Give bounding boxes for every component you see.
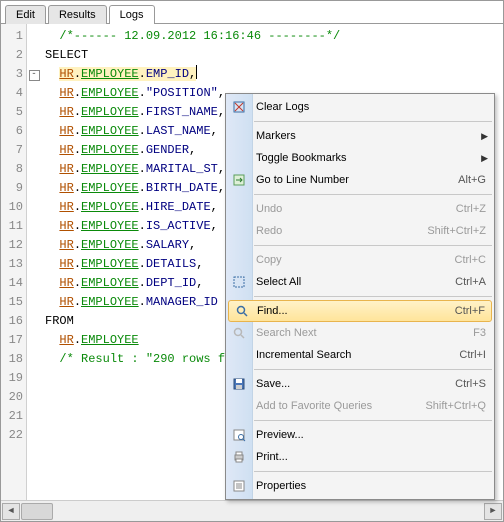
menu-separator [254,245,492,246]
menu-item-incremental-search[interactable]: Incremental SearchCtrl+I [226,344,494,366]
line-number: 20 [1,388,23,407]
line-number: 22 [1,426,23,445]
menu-item-markers[interactable]: Markers▶ [226,125,494,147]
menu-item-label: Undo [256,203,456,215]
menu-item-redo: RedoShift+Ctrl+Z [226,220,494,242]
preview-icon [230,426,248,444]
tab-edit[interactable]: Edit [5,5,46,24]
fold-gutter: - [27,24,41,502]
save-icon [230,375,248,393]
line-number: 16 [1,312,23,331]
menu-item-shortcut: Ctrl+S [455,378,486,390]
line-number: 21 [1,407,23,426]
menu-item-undo: UndoCtrl+Z [226,198,494,220]
menu-item-print[interactable]: Print... [226,446,494,468]
code-line: SELECT [45,46,503,65]
line-number: 12 [1,236,23,255]
tab-bar: Edit Results Logs [1,1,503,24]
menu-item-clear-logs[interactable]: Clear Logs [226,96,494,118]
menu-item-search-next: Search NextF3 [226,322,494,344]
line-number: 5 [1,103,23,122]
menu-item-label: Redo [256,225,427,237]
props-icon [230,477,248,495]
menu-item-shortcut: Alt+G [458,174,486,186]
menu-item-shortcut: Shift+Ctrl+Z [427,225,486,237]
line-number: 15 [1,293,23,312]
menu-item-find[interactable]: Find...Ctrl+F [228,300,492,322]
submenu-arrow-icon: ▶ [481,131,488,142]
menu-item-label: Select All [256,276,455,288]
selectall-icon [230,273,248,291]
horizontal-scrollbar[interactable]: ◄ ► [1,500,503,521]
menu-item-add-to-favorite-queries: Add to Favorite QueriesShift+Ctrl+Q [226,395,494,417]
menu-item-label: Clear Logs [256,101,486,113]
clear-icon [230,98,248,116]
line-number: 2 [1,46,23,65]
menu-item-label: Incremental Search [256,349,459,361]
menu-item-label: Print... [256,451,486,463]
menu-item-label: Go to Line Number [256,174,458,186]
line-number: 10 [1,198,23,217]
submenu-arrow-icon: ▶ [481,153,488,164]
find-icon [230,324,248,342]
menu-item-label: Properties [256,480,486,492]
menu-item-copy: CopyCtrl+C [226,249,494,271]
print-icon [230,448,248,466]
menu-item-shortcut: Shift+Ctrl+Q [425,400,486,412]
menu-item-save[interactable]: Save...Ctrl+S [226,373,494,395]
menu-item-label: Add to Favorite Queries [256,400,425,412]
fold-toggle[interactable]: - [29,70,40,81]
menu-item-preview[interactable]: Preview... [226,424,494,446]
tab-logs[interactable]: Logs [109,5,155,24]
line-number: 3 [1,65,23,84]
tab-results[interactable]: Results [48,5,107,24]
code-line: /*------ 12.09.2012 16:16:46 --------*/ [45,27,503,46]
menu-item-label: Save... [256,378,455,390]
find-icon [233,302,251,320]
menu-item-select-all[interactable]: Select AllCtrl+A [226,271,494,293]
line-number: 9 [1,179,23,198]
line-number: 1 [1,27,23,46]
line-number: 4 [1,84,23,103]
menu-item-label: Markers [256,130,486,142]
code-line: HR.EMPLOYEE.EMP_ID, [45,65,503,84]
line-number: 7 [1,141,23,160]
menu-item-properties[interactable]: Properties [226,475,494,497]
line-number: 13 [1,255,23,274]
menu-item-shortcut: Ctrl+I [459,349,486,361]
menu-separator [254,369,492,370]
scroll-right-arrow[interactable]: ► [484,503,502,520]
menu-separator [254,194,492,195]
line-number: 17 [1,331,23,350]
menu-separator [254,471,492,472]
menu-item-label: Preview... [256,429,486,441]
menu-separator [254,296,492,297]
menu-item-shortcut: Ctrl+Z [456,203,486,215]
menu-item-label: Copy [256,254,455,266]
menu-item-shortcut: Ctrl+A [455,276,486,288]
menu-item-shortcut: Ctrl+C [455,254,486,266]
context-menu: Clear LogsMarkers▶Toggle Bookmarks▶Go to… [225,93,495,500]
scroll-thumb[interactable] [21,503,53,520]
line-number: 11 [1,217,23,236]
menu-item-toggle-bookmarks[interactable]: Toggle Bookmarks▶ [226,147,494,169]
menu-item-shortcut: F3 [473,327,486,339]
line-gutter: 12345678910111213141516171819202122 [1,24,27,502]
menu-item-label: Find... [257,305,455,317]
menu-separator [254,121,492,122]
menu-separator [254,420,492,421]
line-number: 19 [1,369,23,388]
menu-item-shortcut: Ctrl+F [455,305,485,317]
menu-item-label: Toggle Bookmarks [256,152,486,164]
menu-item-label: Search Next [256,327,473,339]
menu-item-go-to-line-number[interactable]: Go to Line NumberAlt+G [226,169,494,191]
goto-icon [230,171,248,189]
line-number: 14 [1,274,23,293]
scroll-left-arrow[interactable]: ◄ [2,503,20,520]
line-number: 8 [1,160,23,179]
line-number: 18 [1,350,23,369]
line-number: 6 [1,122,23,141]
